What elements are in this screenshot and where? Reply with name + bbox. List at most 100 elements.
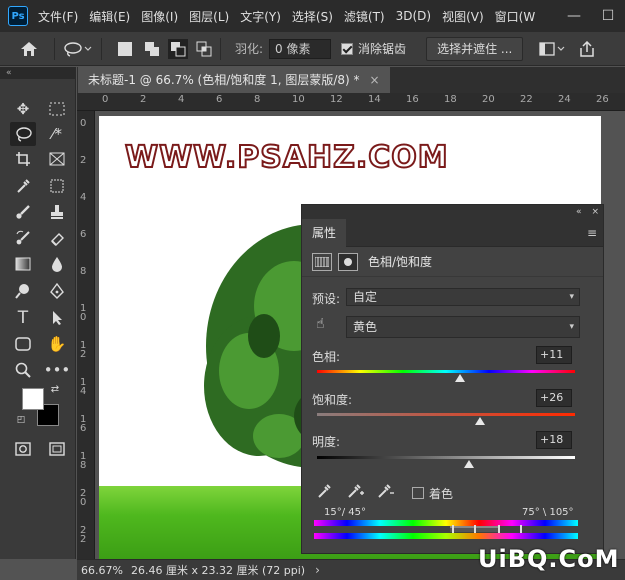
- lightness-label: 明度:: [312, 435, 341, 449]
- tab-properties[interactable]: 属性: [302, 219, 347, 247]
- blur-tool-icon[interactable]: [44, 252, 70, 276]
- eyedropper-add-icon[interactable]: [346, 483, 364, 503]
- range-marker-right[interactable]: [520, 525, 522, 533]
- quick-mask-icon[interactable]: [10, 437, 36, 461]
- document-tab[interactable]: 未标题-1 @ 66.7% (色相/饱和度 1, 图层蒙版/8) * ×: [78, 67, 390, 93]
- preset-dropdown[interactable]: 自定 ▾: [346, 288, 580, 306]
- home-icon[interactable]: [20, 41, 38, 57]
- type-tool-icon[interactable]: T: [10, 306, 36, 330]
- lightness-slider-thumb[interactable]: [464, 460, 475, 468]
- pen-tool-icon[interactable]: [44, 279, 70, 303]
- options-bar: 羽化: 0 像素 消除锯齿 选择并遮住 ...: [0, 32, 625, 66]
- document-size: 26.46 厘米 x 23.32 厘米 (72 ppi): [131, 564, 306, 577]
- maximize-button[interactable]: ☐: [591, 8, 625, 24]
- more-tools-icon[interactable]: •••: [44, 358, 71, 382]
- range-marker-left[interactable]: [452, 525, 454, 533]
- vertical-ruler[interactable]: 0 2 4 6 8 1 0 1 2 1 4 1 6 1 8 2 0 2 2: [77, 111, 95, 559]
- saturation-slider-track[interactable]: [317, 413, 575, 416]
- range-marker-inner-right[interactable]: [498, 525, 500, 533]
- toolbar-collapse[interactable]: «: [0, 67, 76, 79]
- eyedropper-tool-icon[interactable]: [10, 174, 36, 198]
- adjustment-header: 色相/饱和度: [302, 247, 603, 277]
- ruler-tick-label: 2: [140, 94, 147, 105]
- hue-slider-track[interactable]: [317, 370, 575, 373]
- menu-type[interactable]: 文字(Y): [240, 8, 281, 25]
- hand-tool-icon[interactable]: ✋: [44, 332, 70, 356]
- colorize-checkbox[interactable]: [412, 487, 424, 499]
- subtract-from-selection-icon[interactable]: [168, 38, 188, 59]
- workspace-icon[interactable]: [539, 41, 567, 56]
- dodge-tool-icon[interactable]: [10, 279, 36, 303]
- menu-window[interactable]: 窗口(W: [495, 8, 536, 25]
- collapse-icon[interactable]: «: [576, 207, 582, 217]
- screen-mode-icon[interactable]: [44, 437, 70, 461]
- range-marker-inner-left[interactable]: [474, 525, 476, 533]
- minimize-button[interactable]: —: [557, 8, 591, 24]
- lasso-tool-icon[interactable]: [10, 122, 36, 146]
- chevron-down-icon: ▾: [569, 292, 574, 302]
- document-tab-bar: 未标题-1 @ 66.7% (色相/饱和度 1, 图层蒙版/8) * ×: [77, 67, 625, 93]
- default-colors-icon[interactable]: ◰: [14, 413, 28, 427]
- marquee-tool-icon[interactable]: [44, 97, 70, 121]
- panel-menu-icon[interactable]: ≡: [587, 226, 597, 240]
- targeted-adjustment-hand-icon[interactable]: ☝: [316, 316, 325, 332]
- close-icon[interactable]: ×: [370, 67, 380, 93]
- lightness-slider-track[interactable]: [317, 456, 575, 459]
- eyedropper-subtract-icon[interactable]: [376, 483, 394, 503]
- hue-slider-thumb[interactable]: [455, 374, 466, 382]
- channel-dropdown[interactable]: 黄色 ▾: [346, 316, 580, 338]
- hue-value-input[interactable]: +11: [536, 346, 572, 364]
- ruler-tick-label: 1 2: [80, 340, 87, 360]
- ruler-tool-icon[interactable]: [44, 174, 70, 198]
- path-selection-icon[interactable]: [44, 306, 70, 330]
- hue-saturation-icon[interactable]: [312, 252, 332, 271]
- saturation-slider-thumb[interactable]: [474, 417, 485, 425]
- divider: [220, 37, 221, 60]
- menu-select[interactable]: 选择(S): [292, 8, 333, 25]
- menu-image[interactable]: 图像(I): [141, 8, 178, 25]
- menu-edit[interactable]: 编辑(E): [89, 8, 130, 25]
- menu-file[interactable]: 文件(F): [38, 8, 78, 25]
- eyedropper-icon[interactable]: [316, 483, 332, 503]
- frame-tool-icon[interactable]: [44, 147, 70, 171]
- ruler-tick-label: 18: [444, 94, 457, 105]
- ruler-tick-label: 2 2: [80, 525, 87, 545]
- status-arrow-icon[interactable]: ›: [315, 563, 320, 577]
- clone-stamp-icon[interactable]: [44, 200, 70, 224]
- range-right-label: 75° \ 105°: [522, 507, 574, 518]
- menu-layer[interactable]: 图层(L): [189, 8, 229, 25]
- saturation-value-input[interactable]: +26: [536, 389, 572, 407]
- layer-mask-icon[interactable]: [338, 252, 358, 271]
- eraser-tool-icon[interactable]: [44, 226, 70, 250]
- magic-wand-icon[interactable]: ⁄*: [44, 122, 70, 146]
- horizontal-ruler[interactable]: 0 2 4 6 8 10 12 14 16 18 20 22 24 26: [77, 93, 625, 111]
- close-icon[interactable]: ×: [591, 207, 599, 217]
- crop-tool-icon[interactable]: [10, 147, 36, 171]
- select-and-mask-button[interactable]: 选择并遮住 ...: [426, 36, 524, 61]
- history-brush-icon[interactable]: [10, 226, 36, 250]
- menu-filter[interactable]: 滤镜(T): [344, 8, 385, 25]
- hue-label: 色相:: [312, 350, 341, 364]
- foreground-color-swatch[interactable]: [22, 388, 44, 410]
- share-icon[interactable]: [579, 40, 595, 57]
- new-selection-icon[interactable]: [118, 41, 132, 56]
- lightness-value-input[interactable]: +18: [536, 431, 572, 449]
- move-tool-icon[interactable]: ✥: [10, 97, 36, 121]
- menu-view[interactable]: 视图(V): [442, 8, 484, 25]
- zoom-level[interactable]: 66.67%: [81, 564, 123, 577]
- antialias-label: 消除锯齿: [358, 42, 407, 56]
- lasso-tool-preset-icon[interactable]: [63, 41, 93, 57]
- ruler-tick-label: 8: [80, 266, 87, 277]
- rectangle-tool-icon[interactable]: [10, 332, 36, 356]
- zoom-tool-icon[interactable]: [10, 358, 36, 382]
- antialias-checkbox[interactable]: [341, 42, 354, 55]
- channel-value: 黄色: [353, 320, 378, 334]
- add-to-selection-icon[interactable]: [144, 41, 160, 57]
- menu-3d[interactable]: 3D(D): [396, 9, 431, 23]
- document-tab-title: 未标题-1 @ 66.7% (色相/饱和度 1, 图层蒙版/8) *: [88, 73, 360, 87]
- swap-colors-icon[interactable]: ⇄: [48, 382, 62, 396]
- gradient-tool-icon[interactable]: [10, 252, 36, 276]
- feather-input[interactable]: 0 像素: [269, 38, 332, 59]
- brush-tool-icon[interactable]: [10, 200, 36, 224]
- intersect-selection-icon[interactable]: [196, 41, 212, 57]
